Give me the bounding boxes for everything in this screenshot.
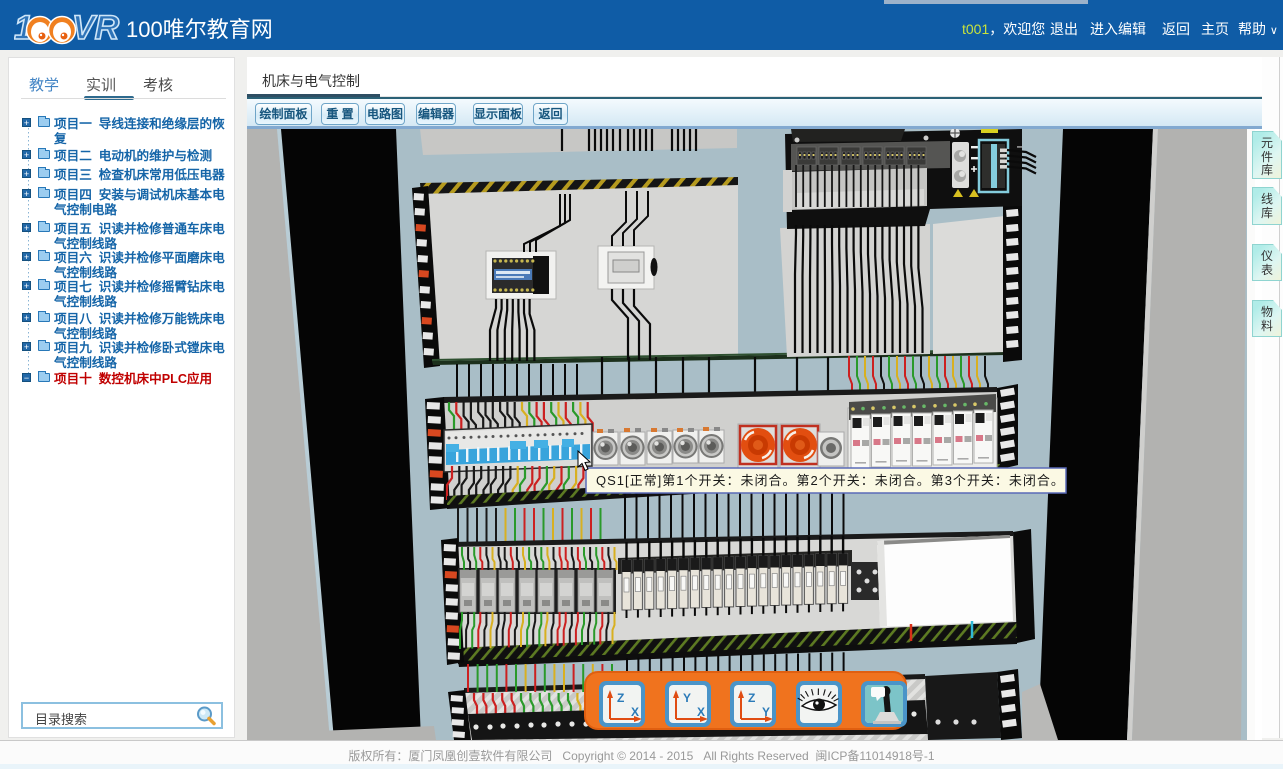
svg-text:Z: Z: [617, 691, 624, 705]
svg-text:Y: Y: [683, 691, 691, 705]
svg-text:Y: Y: [762, 705, 770, 719]
svg-text:X: X: [631, 705, 639, 719]
svg-text:QS1[正常]第1个开关：未闭合。第2个开关：未闭合。第3个: QS1[正常]第1个开关：未闭合。第2个开关：未闭合。第3个开关：未闭合。: [596, 473, 1065, 488]
svg-text:Z: Z: [748, 691, 755, 705]
svg-text:X: X: [697, 705, 705, 719]
svg-text:VR: VR: [72, 9, 120, 46]
